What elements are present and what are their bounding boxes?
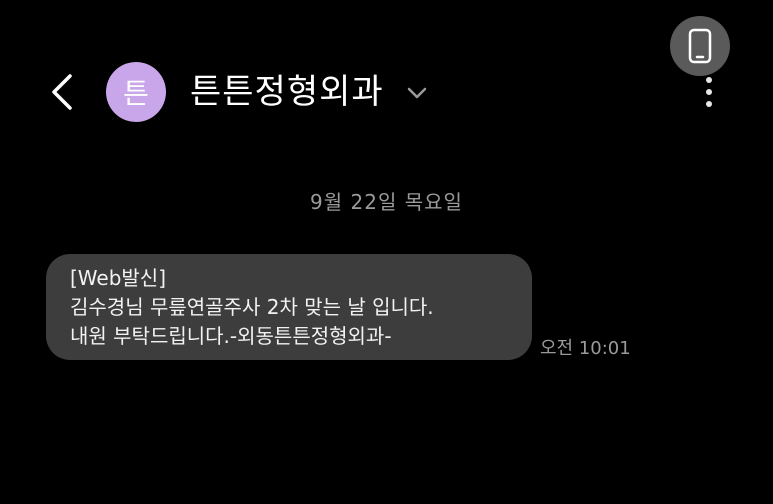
more-vertical-icon <box>706 77 712 83</box>
message-timestamp: 오전 10:01 <box>540 338 631 359</box>
chevron-left-icon <box>52 74 72 110</box>
avatar-letter: 튼 <box>123 77 149 110</box>
back-button[interactable] <box>42 70 82 114</box>
message-bubble[interactable]: [Web발신] 김수경님 무릎연골주사 2차 맞는 날 입니다. 내원 부탁드립… <box>46 254 532 360</box>
more-options-button[interactable] <box>692 72 726 112</box>
more-vertical-icon-dot <box>706 89 712 95</box>
avatar[interactable]: 튼 <box>106 62 166 122</box>
message-line: [Web발신] <box>70 266 167 290</box>
call-button[interactable] <box>670 16 730 76</box>
chevron-down-icon[interactable] <box>404 80 430 106</box>
more-vertical-icon-dot <box>706 101 712 107</box>
message-line: 내원 부탁드립니다.-외동튼튼정형외과- <box>70 324 392 348</box>
phone-icon <box>688 28 712 64</box>
conversation-header: 튼 튼튼정형외과 <box>0 0 773 150</box>
date-separator: 9월 22일 목요일 <box>310 190 463 214</box>
message-line: 김수경님 무릎연골주사 2차 맞는 날 입니다. <box>70 295 434 319</box>
contact-name[interactable]: 튼튼정형외과 <box>190 70 384 114</box>
